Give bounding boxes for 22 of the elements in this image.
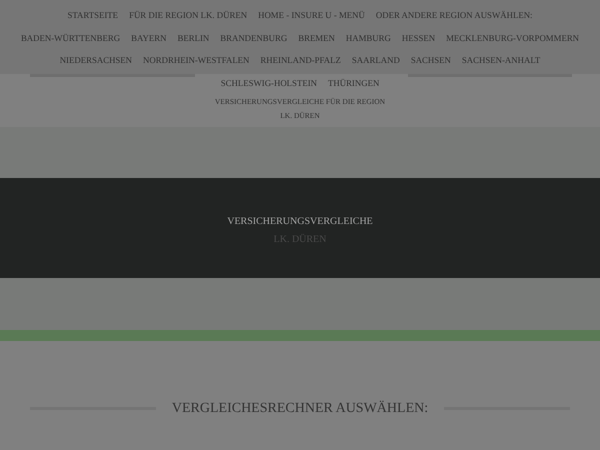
banner-title: VERSICHERUNGSVERGLEICHE [227,215,373,229]
menu-link[interactable]: STARTSEITE [67,9,118,22]
menu-link[interactable]: SAARLAND [352,54,400,66]
menu-link[interactable]: THÜRINGEN [328,76,380,89]
menu-link[interactable]: SACHSEN [410,54,451,66]
menu-link[interactable]: BRANDENBURG [220,32,288,44]
menu-link[interactable]: BREMEN [298,32,335,44]
menu-link[interactable]: ODER ANDERE REGION AUSWÄHLEN: [376,9,533,22]
menu-link[interactable]: HESSEN [402,32,436,44]
section-heading: VERGLEICHESRECHNER AUSWÄHLEN: [172,400,428,418]
menu-link[interactable]: BERLIN [177,32,210,44]
menu-link[interactable]: MECKLENBURG-VORPOMMERN [446,32,580,44]
menu-link[interactable]: HOME - INSURE U - MENÜ [258,9,365,22]
menu-link[interactable]: NORDRHEIN-WESTFALEN [143,54,250,66]
menu-link[interactable]: SACHSEN-ANHALT [462,54,540,66]
menu-link[interactable]: BAYERN [131,32,166,44]
menu-link[interactable]: SCHLESWIG-HOLSTEIN [220,76,317,89]
menu-link[interactable]: BADEN-WÜRTTENBERG [20,32,120,44]
menu-link[interactable]: RHEINLAND-PFALZ [260,54,341,66]
menu-link[interactable]: FÜR DIE REGION LK. DÜREN [129,9,248,22]
menu-link[interactable]: NIEDERSACHSEN [60,54,132,66]
menu-link[interactable]: HAMBURG [346,32,391,44]
